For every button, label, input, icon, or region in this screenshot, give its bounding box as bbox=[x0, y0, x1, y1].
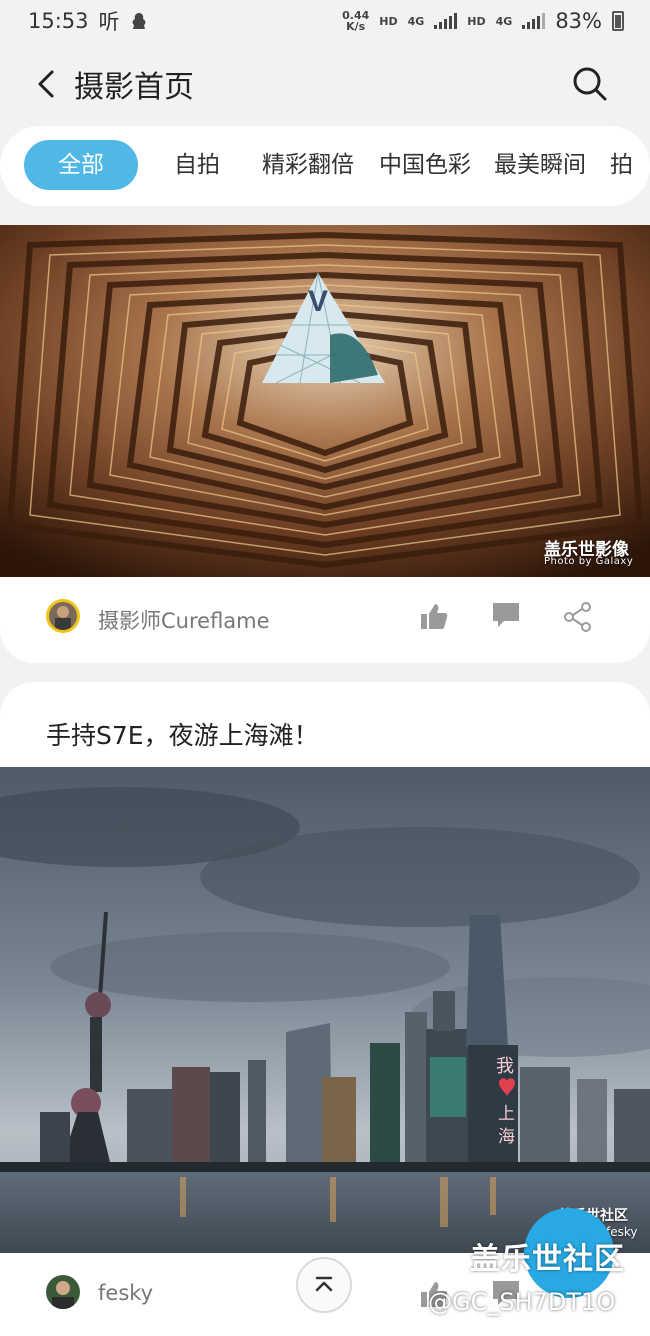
notification-icon bbox=[132, 13, 145, 29]
share-icon[interactable] bbox=[562, 601, 594, 633]
back-icon[interactable] bbox=[34, 68, 62, 100]
network-speed: 0.44 K/s bbox=[342, 10, 369, 32]
tab-all[interactable]: 全部 bbox=[24, 140, 138, 190]
comment-icon[interactable] bbox=[490, 599, 522, 631]
shanghai-skyline-photo: 我 上 海 bbox=[0, 767, 650, 1253]
search-icon[interactable] bbox=[570, 64, 610, 104]
tab-selfie[interactable]: 自拍 bbox=[174, 140, 220, 190]
network-type-1: 4G bbox=[407, 14, 425, 28]
author-name[interactable]: fesky bbox=[98, 1281, 153, 1305]
signal-icon-1 bbox=[434, 13, 458, 29]
scroll-top-icon bbox=[315, 1276, 333, 1292]
status-left: 15:53 听 bbox=[28, 6, 148, 36]
status-bar: 15:53 听 0.44 K/s HD 4G HD 4G 83% bbox=[0, 0, 650, 42]
status-time: 15:53 bbox=[28, 9, 89, 33]
avatar[interactable] bbox=[46, 1275, 80, 1309]
signal-icon-2 bbox=[522, 13, 546, 29]
carrier-glyph: 听 bbox=[98, 10, 120, 34]
scroll-top-button[interactable] bbox=[296, 1257, 352, 1313]
sign-char-2: 上 bbox=[498, 1104, 515, 1124]
network-type-2: 4G bbox=[495, 14, 513, 28]
svg-text:V: V bbox=[308, 285, 328, 318]
post-card: V 盖乐世影像 Photo by Galaxy 摄影师Cureflame bbox=[0, 225, 650, 663]
atrium-photo: V bbox=[0, 225, 650, 577]
battery-icon bbox=[612, 11, 624, 31]
community-watermark: 盖乐世社区 bbox=[470, 1242, 625, 1277]
status-right: 0.44 K/s HD 4G HD 4G 83% bbox=[342, 9, 624, 33]
page-title: 摄影首页 bbox=[74, 70, 194, 105]
post-title[interactable]: 手持S7E，夜游上海滩！ bbox=[46, 716, 319, 752]
hd-badge-1: HD bbox=[379, 14, 398, 28]
post-photo[interactable]: V 盖乐世影像 Photo by Galaxy bbox=[0, 225, 650, 577]
speed-unit: K/s bbox=[346, 20, 366, 33]
thumbs-up-icon[interactable] bbox=[418, 601, 450, 633]
post-photo[interactable]: 我 上 海 盖乐世社区 fesky bbox=[0, 767, 650, 1253]
hd-badge-2: HD bbox=[467, 14, 486, 28]
sign-char-3: 海 bbox=[498, 1127, 515, 1147]
tab-china-colors[interactable]: 中国色彩 bbox=[379, 140, 471, 190]
app-header: 摄影首页 bbox=[0, 42, 650, 126]
tab-shoot[interactable]: 拍 bbox=[610, 140, 633, 190]
tab-double-highlights[interactable]: 精彩翻倍 bbox=[262, 140, 354, 190]
photo-watermark-sub: Photo by Galaxy bbox=[544, 556, 634, 567]
user-id-watermark: @GC_SH7DT1O bbox=[428, 1288, 616, 1316]
tab-best-moments[interactable]: 最美瞬间 bbox=[494, 140, 586, 190]
sign-char-1: 我 bbox=[496, 1056, 514, 1077]
battery-text: 83% bbox=[555, 9, 602, 33]
category-tabs: 全部 自拍 精彩翻倍 中国色彩 最美瞬间 拍 bbox=[0, 126, 650, 206]
post-author-row: 摄影师Cureflame bbox=[0, 577, 650, 661]
author-name[interactable]: 摄影师Cureflame bbox=[98, 605, 270, 635]
avatar[interactable] bbox=[46, 599, 80, 633]
